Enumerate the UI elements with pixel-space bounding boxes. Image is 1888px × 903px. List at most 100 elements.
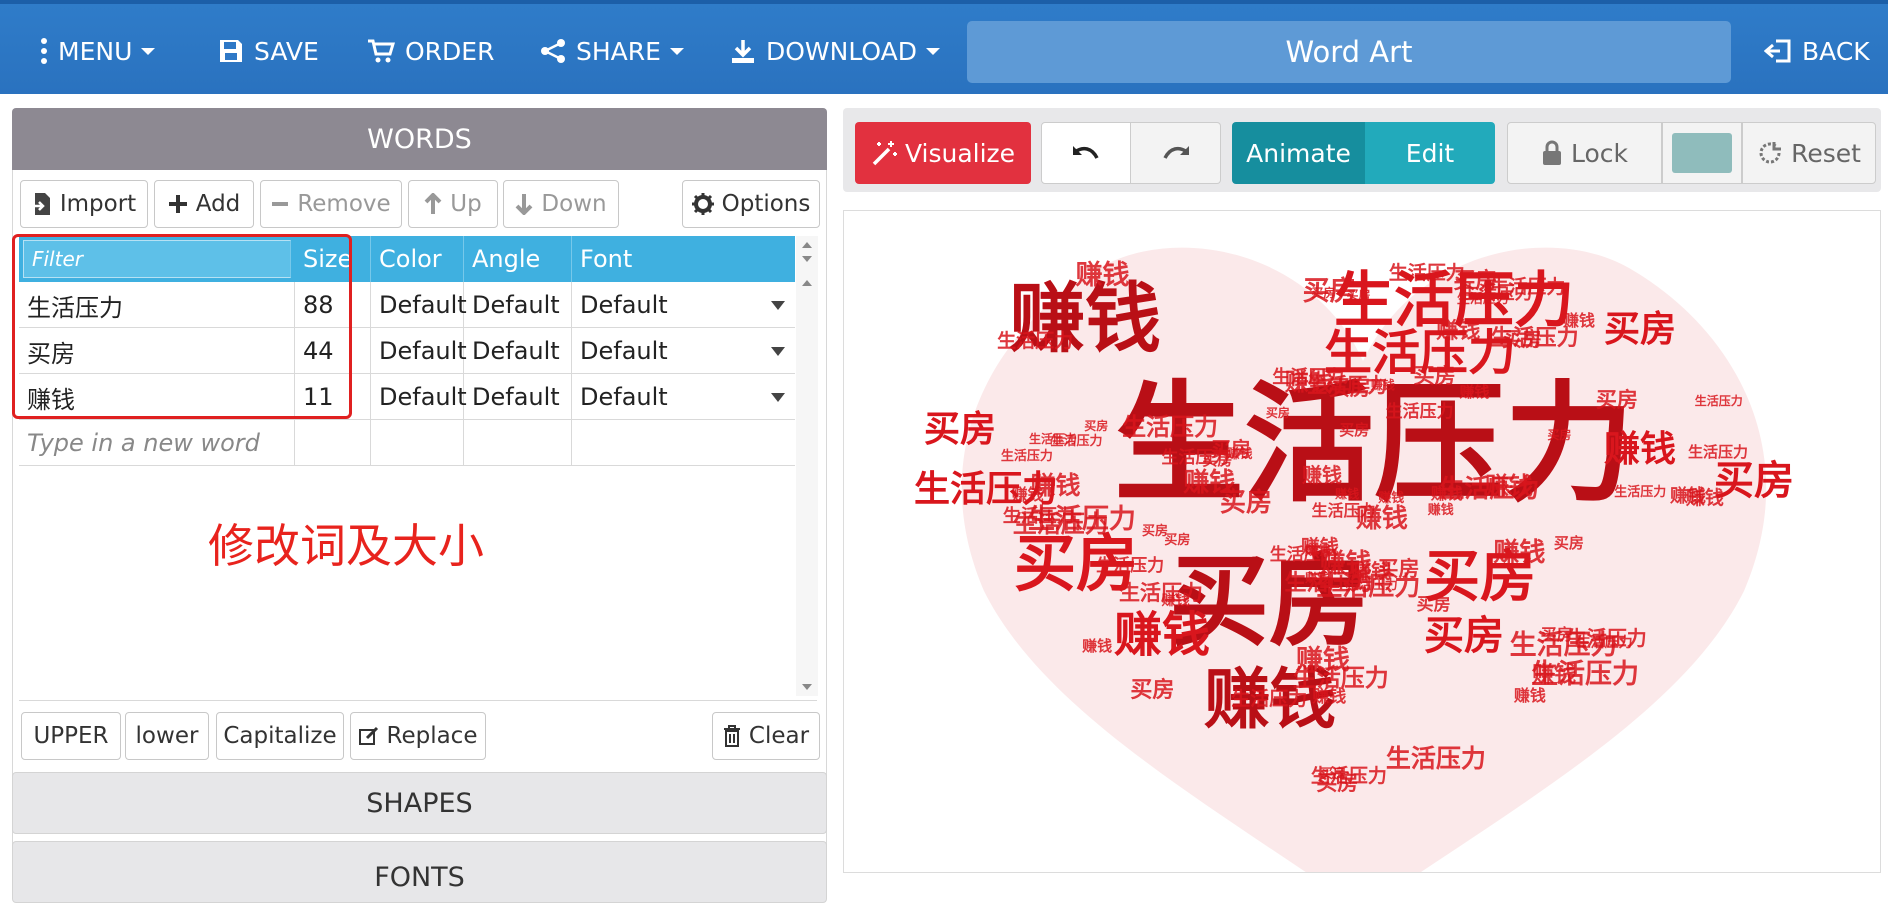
words-section-header[interactable]: WORDS — [12, 108, 827, 170]
word-cloud-word: 生活压力 — [1231, 687, 1308, 710]
chevron-down-icon — [925, 47, 940, 55]
word-cloud-word: 赚钱 — [1670, 485, 1706, 507]
download-button[interactable]: DOWNLOAD — [730, 4, 940, 98]
fonts-section-header[interactable]: FONTS — [12, 841, 827, 903]
clear-button[interactable]: Clear — [712, 712, 820, 760]
word-cloud-word: 生活压力 — [1694, 393, 1743, 408]
word-cloud-word: 买房 — [1319, 766, 1346, 782]
color-picker-button[interactable] — [1662, 122, 1742, 184]
redo-icon — [1162, 146, 1189, 159]
dropdown-arrow-icon[interactable] — [771, 393, 785, 402]
shapes-section-header[interactable]: SHAPES — [12, 772, 827, 834]
word-cloud-word: 赚钱 — [1436, 317, 1481, 344]
empty-cell — [464, 420, 572, 466]
font-cell[interactable]: Default — [572, 374, 795, 420]
word-cloud-word: 生活压力 — [997, 330, 1074, 353]
fonts-header-label: FONTS — [374, 862, 465, 893]
down-button[interactable]: Down — [503, 180, 619, 228]
word-cloud-word: 赚钱 — [1075, 260, 1130, 292]
scroll-up-icon[interactable] — [802, 242, 812, 248]
word-cloud-word: 赚钱 — [1305, 570, 1330, 585]
word-cloud-canvas[interactable]: 生活压力 买房 赚钱 买房 生活压力 买房 生活压力 赚钱 赚钱 买房 生活压力 买房 买房 赚钱 买房 生活… — [843, 210, 1881, 873]
word-cloud-word: 生活压力 — [1002, 506, 1075, 528]
download-label: DOWNLOAD — [766, 36, 917, 66]
dropdown-arrow-icon[interactable] — [771, 301, 785, 310]
share-label: SHARE — [576, 36, 661, 66]
menu-button[interactable]: MENU — [40, 4, 156, 98]
save-button[interactable]: SAVE — [218, 4, 319, 98]
arrow-down-icon — [515, 194, 533, 215]
project-title-field[interactable]: Word Art — [967, 21, 1731, 83]
word-cloud-word: 赚钱 — [1459, 382, 1490, 401]
angle-cell[interactable]: Default — [464, 374, 572, 420]
word-cloud-word: 生活压力 — [1614, 485, 1667, 501]
empty-cell — [295, 420, 371, 466]
remove-button[interactable]: Remove — [260, 180, 402, 228]
word-cloud-word: 生活压力 — [1122, 411, 1219, 441]
edit-button[interactable]: Edit — [1365, 122, 1495, 184]
word-cloud-word: 买房 — [1714, 457, 1794, 504]
color-cell[interactable]: Default — [371, 328, 467, 374]
replace-label: Replace — [386, 723, 478, 749]
font-value: Default — [580, 291, 668, 319]
chevron-down-icon — [141, 47, 156, 55]
new-word-input[interactable]: Type in a new word — [19, 420, 295, 466]
word-cloud-word: 生活压力 — [1439, 474, 1540, 504]
import-button[interactable]: Import — [20, 180, 148, 228]
word-cloud-word: 生活压力 — [1292, 662, 1389, 692]
table-scrollbar[interactable] — [796, 236, 818, 696]
add-button[interactable]: Add — [154, 180, 254, 228]
word-cloud-word: 赚钱 — [1493, 538, 1546, 569]
scroll-up-icon[interactable] — [802, 280, 812, 286]
font-cell[interactable]: Default — [572, 282, 795, 328]
new-word-row[interactable]: Type in a new word — [19, 420, 795, 466]
undo-button[interactable] — [1041, 122, 1131, 184]
word-cloud-word: 买房 — [924, 408, 997, 450]
angle-cell[interactable]: Default — [464, 282, 572, 328]
arrow-up-icon — [424, 193, 442, 214]
dropdown-arrow-icon[interactable] — [771, 347, 785, 356]
capitalize-label: Capitalize — [223, 723, 337, 749]
redo-button[interactable] — [1131, 122, 1221, 184]
angle-cell[interactable]: Default — [464, 328, 572, 374]
reset-button[interactable]: Reset — [1742, 122, 1876, 184]
word-cloud-word: 赚钱 — [1302, 462, 1342, 487]
word-cloud-word: 买房 — [1547, 428, 1572, 443]
animate-button[interactable]: Animate — [1232, 122, 1365, 184]
reset-label: Reset — [1791, 138, 1861, 168]
word-cloud-word: 赚钱 — [1082, 636, 1113, 655]
color-cell[interactable]: Default — [371, 374, 467, 420]
word-cloud-word: 赚钱 — [1427, 503, 1454, 519]
shapes-header-label: SHAPES — [366, 787, 473, 819]
word-cloud-word: 赚钱 — [1183, 468, 1236, 499]
color-cell[interactable]: Default — [371, 282, 467, 328]
scroll-down-icon[interactable] — [802, 256, 812, 262]
order-button[interactable]: ORDER — [367, 4, 494, 98]
up-button[interactable]: Up — [408, 180, 498, 228]
capitalize-button[interactable]: Capitalize — [216, 712, 344, 760]
color-swatch — [1672, 133, 1732, 173]
back-label: BACK — [1802, 36, 1870, 66]
options-button[interactable]: Options — [682, 180, 820, 228]
back-button[interactable]: BACK — [1764, 4, 1870, 98]
word-cloud-word: 生活压力 — [1490, 324, 1579, 351]
color-column-header[interactable]: Color — [371, 236, 464, 282]
font-cell[interactable]: Default — [572, 328, 795, 374]
word-cloud-word: 生活压力 — [1566, 625, 1647, 650]
lock-label: Lock — [1570, 138, 1628, 168]
share-button[interactable]: SHARE — [540, 4, 684, 98]
word-cloud-word: 生活压力 — [1456, 291, 1509, 307]
word-cloud-word: 赚钱 — [1370, 377, 1395, 392]
word-cloud-word: 买房 — [1142, 523, 1169, 539]
upper-label: UPPER — [33, 723, 109, 749]
lock-button[interactable]: Lock — [1507, 122, 1662, 184]
angle-header-label: Angle — [472, 245, 541, 273]
uppercase-button[interactable]: UPPER — [21, 712, 121, 760]
font-column-header[interactable]: Font — [572, 236, 795, 282]
scroll-down-icon[interactable] — [802, 684, 812, 690]
visualization-toolbar: Visualize Animate Edit Lock Reset — [843, 108, 1881, 192]
replace-button[interactable]: Replace — [350, 712, 486, 760]
angle-column-header[interactable]: Angle — [464, 236, 572, 282]
lowercase-button[interactable]: lower — [125, 712, 209, 760]
visualize-button[interactable]: Visualize — [855, 122, 1031, 184]
